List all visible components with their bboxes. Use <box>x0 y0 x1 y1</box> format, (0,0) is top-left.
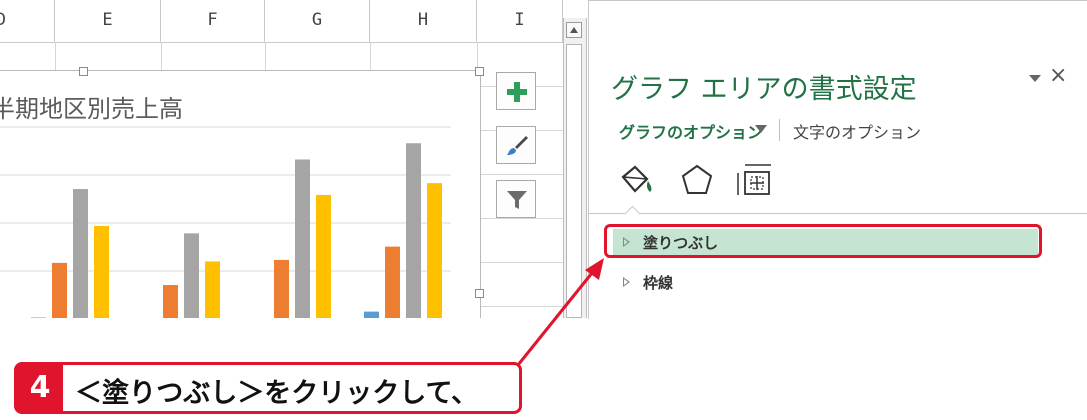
column-header-e[interactable]: E <box>55 0 161 42</box>
chart-bar[interactable] <box>52 262 67 318</box>
chart-area[interactable]: 半期地区別売上高 <box>0 67 484 318</box>
selected-icon-pointer <box>624 205 641 222</box>
chart-bar[interactable] <box>406 143 421 318</box>
scroll-track[interactable] <box>566 44 582 318</box>
chart-bar[interactable] <box>163 285 178 318</box>
chart-bar[interactable] <box>274 259 289 318</box>
pane-options-dropdown[interactable] <box>1029 75 1041 82</box>
scroll-up-button[interactable] <box>566 22 582 38</box>
chart-bar[interactable] <box>94 225 109 318</box>
step-number: 4 <box>17 365 63 411</box>
chart-bar[interactable] <box>385 246 400 318</box>
column-header-d[interactable]: D <box>0 0 55 42</box>
graph-options-dropdown-icon[interactable] <box>755 125 767 133</box>
column-header-i[interactable]: I <box>477 0 563 42</box>
resize-handle[interactable] <box>475 289 484 298</box>
chart-elements-button[interactable] <box>496 72 536 110</box>
section-border[interactable]: 枠線 <box>613 269 1038 295</box>
section-border-label: 枠線 <box>643 274 674 292</box>
filter-icon <box>507 191 527 209</box>
chart-plot[interactable] <box>0 71 480 318</box>
chart-bar[interactable] <box>364 311 379 318</box>
vertical-scrollbar[interactable] <box>563 18 587 318</box>
chart-bar[interactable] <box>205 261 220 318</box>
chart-bar[interactable] <box>73 189 88 318</box>
resize-handle[interactable] <box>475 67 484 76</box>
column-header-h[interactable]: H <box>370 0 477 42</box>
icon-row-divider <box>589 213 1087 214</box>
pane-close-button[interactable]: × <box>1049 63 1067 88</box>
tab-graph-options[interactable]: グラフのオプション <box>619 119 763 143</box>
chart-bar[interactable] <box>184 233 199 318</box>
pane-title: グラフ エリアの書式設定 <box>611 74 917 105</box>
size-properties-icon[interactable] <box>735 161 775 201</box>
resize-handle[interactable] <box>79 67 88 76</box>
column-header-g[interactable]: G <box>265 0 370 42</box>
effects-icon[interactable] <box>677 161 717 201</box>
chart-bar[interactable] <box>295 159 310 318</box>
fill-line-icon[interactable] <box>617 161 657 201</box>
chart-bar[interactable] <box>427 183 442 318</box>
add-element-icon <box>507 82 527 102</box>
step-instruction: ＜塗りつぶし＞をクリックして、 <box>75 378 479 409</box>
chart-styles-button[interactable] <box>496 126 536 164</box>
tab-text-options[interactable]: 文字のオプション <box>793 119 921 143</box>
tab-separator <box>779 119 780 141</box>
step-callout: 4 ＜塗りつぶし＞をクリックして、 <box>14 362 522 414</box>
format-chart-area-pane[interactable]: グラフ エリアの書式設定 × グラフのオプション 文字のオプション 塗りつぶし … <box>588 0 1087 319</box>
expand-triangle-icon <box>623 277 630 287</box>
column-header-f[interactable]: F <box>161 0 265 42</box>
column-headers: D E F G H I <box>0 0 563 43</box>
chart-filters-button[interactable] <box>496 180 536 218</box>
worksheet[interactable]: D E F G H I 半期地区別売上高 <box>0 0 563 318</box>
chart-bar[interactable] <box>316 194 331 318</box>
brush-icon <box>507 136 528 155</box>
highlight-frame <box>604 224 1042 258</box>
